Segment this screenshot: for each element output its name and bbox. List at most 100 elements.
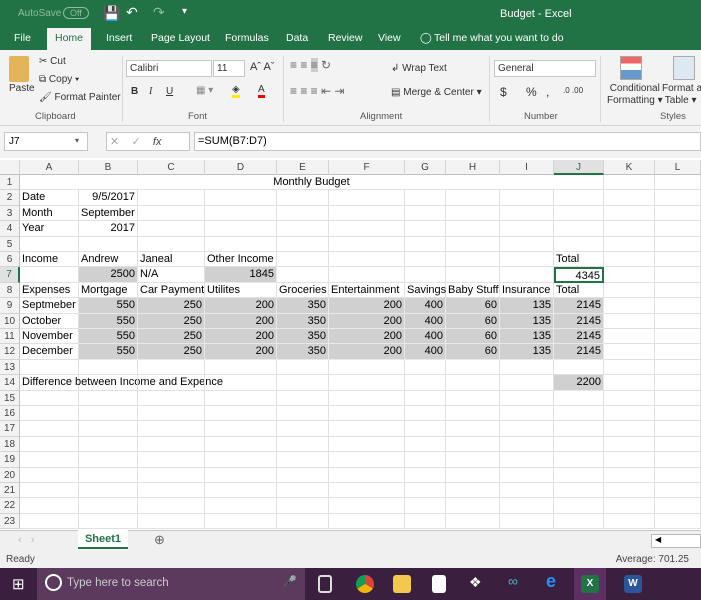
cell-J9[interactable]: 2145 (554, 298, 604, 314)
cell-H2[interactable] (446, 190, 500, 206)
cell-A21[interactable] (20, 483, 79, 499)
cell-B7[interactable]: 2500 (79, 267, 138, 283)
cut-button[interactable]: ✂ Cut (39, 56, 66, 67)
column-header-K[interactable]: K (604, 160, 655, 175)
task-view-icon[interactable] (318, 575, 332, 593)
cell-H18[interactable] (446, 436, 500, 453)
cell-D18[interactable] (205, 436, 277, 453)
number-format-dropdown[interactable]: General (494, 60, 596, 77)
cell-G10[interactable]: 400 (405, 313, 446, 329)
cell-G12[interactable]: 400 (405, 344, 446, 360)
formula-input[interactable]: =SUM(B7:D7) (194, 132, 701, 151)
cell-H8[interactable]: Baby Stuff (446, 282, 500, 299)
cell-C11[interactable]: 250 (138, 329, 205, 345)
cell-G2[interactable] (405, 190, 446, 206)
cell-G8[interactable]: Savings (405, 282, 446, 299)
cell-G17[interactable] (405, 421, 446, 437)
column-header-F[interactable]: F (329, 160, 405, 175)
row-header-2[interactable]: 2 (0, 190, 20, 206)
column-header-B[interactable]: B (79, 160, 138, 175)
cell-F12[interactable]: 200 (329, 344, 405, 360)
redo-icon[interactable]: ↷ (153, 4, 165, 21)
cell-A17[interactable] (20, 421, 79, 437)
row-header-8[interactable]: 8 (0, 282, 20, 299)
cell-A6[interactable]: Income (20, 252, 79, 268)
cell-G9[interactable]: 400 (405, 298, 446, 314)
column-header-L[interactable]: L (655, 160, 701, 175)
cell-B22[interactable] (79, 498, 138, 514)
cell-L1[interactable] (655, 175, 701, 191)
cell-K9[interactable] (604, 298, 655, 314)
cell-F16[interactable] (329, 406, 405, 422)
cell-D12[interactable]: 200 (205, 344, 277, 360)
cell-K21[interactable] (604, 483, 655, 499)
cell-E4[interactable] (277, 221, 329, 237)
cell-L15[interactable] (655, 390, 701, 406)
cell-B13[interactable] (79, 359, 138, 376)
cell-F10[interactable]: 200 (329, 313, 405, 329)
cell-A15[interactable] (20, 390, 79, 406)
cell-G7[interactable] (405, 267, 446, 283)
cell-C18[interactable] (138, 436, 205, 453)
cell-I12[interactable]: 135 (500, 344, 554, 360)
word-icon[interactable]: W (624, 575, 642, 593)
cell-A16[interactable] (20, 406, 79, 422)
cell-I3[interactable] (500, 205, 554, 222)
cell-F11[interactable]: 200 (329, 329, 405, 345)
cell-G21[interactable] (405, 483, 446, 499)
cell-A2[interactable]: Date (20, 190, 79, 206)
file-explorer-icon[interactable] (393, 575, 411, 593)
bold-button[interactable]: B (131, 86, 138, 97)
cell-L3[interactable] (655, 205, 701, 222)
cell-I21[interactable] (500, 483, 554, 499)
cell-C23[interactable] (138, 513, 205, 530)
cell-B11[interactable]: 550 (79, 329, 138, 345)
cell-J6[interactable]: Total (554, 252, 604, 268)
cell-I2[interactable] (500, 190, 554, 206)
comma-button[interactable]: , (546, 85, 549, 99)
cell-F7[interactable] (329, 267, 405, 283)
cell-E23[interactable] (277, 513, 329, 530)
cell-L6[interactable] (655, 252, 701, 268)
cell-I8[interactable]: Insurance (500, 282, 554, 299)
cell-H20[interactable] (446, 467, 500, 483)
cell-I10[interactable]: 135 (500, 313, 554, 329)
enter-icon[interactable]: ✓ (131, 136, 140, 148)
row-header-19[interactable]: 19 (0, 452, 20, 468)
cell-K2[interactable] (604, 190, 655, 206)
cell-H4[interactable] (446, 221, 500, 237)
arduino-icon[interactable]: ∞ (508, 573, 526, 591)
cell-E2[interactable] (277, 190, 329, 206)
tab-formulas[interactable]: Formulas (225, 32, 269, 44)
cell-L8[interactable] (655, 282, 701, 299)
cell-A18[interactable] (20, 436, 79, 453)
cell-F17[interactable] (329, 421, 405, 437)
cell-E12[interactable]: 350 (277, 344, 329, 360)
cell-J12[interactable]: 2145 (554, 344, 604, 360)
save-icon[interactable]: 💾 (103, 5, 120, 22)
row-header-10[interactable]: 10 (0, 313, 20, 329)
column-header-G[interactable]: G (405, 160, 446, 175)
cell-F23[interactable] (329, 513, 405, 530)
cell-D7[interactable]: 1845 (205, 267, 277, 283)
cell-C17[interactable] (138, 421, 205, 437)
cell-D13[interactable] (205, 359, 277, 376)
cell-I20[interactable] (500, 467, 554, 483)
column-header-D[interactable]: D (205, 160, 277, 175)
cell-E8[interactable]: Groceries (277, 282, 329, 299)
cell-C8[interactable]: Car Payment (138, 282, 205, 299)
cell-L22[interactable] (655, 498, 701, 514)
cell-B3[interactable]: September (79, 205, 138, 222)
row-header-7[interactable]: 7 (0, 267, 20, 283)
cell-B18[interactable] (79, 436, 138, 453)
cell-H11[interactable]: 60 (446, 329, 500, 345)
cell-G6[interactable] (405, 252, 446, 268)
cell-J2[interactable] (554, 190, 604, 206)
cell-J17[interactable] (554, 421, 604, 437)
cell-D9[interactable]: 200 (205, 298, 277, 314)
cell-B14[interactable] (79, 375, 138, 391)
undo-icon[interactable]: ↶ (126, 4, 138, 21)
percent-button[interactable]: % (526, 85, 537, 99)
cell-E14[interactable] (277, 375, 329, 391)
cell-D19[interactable] (205, 452, 277, 468)
